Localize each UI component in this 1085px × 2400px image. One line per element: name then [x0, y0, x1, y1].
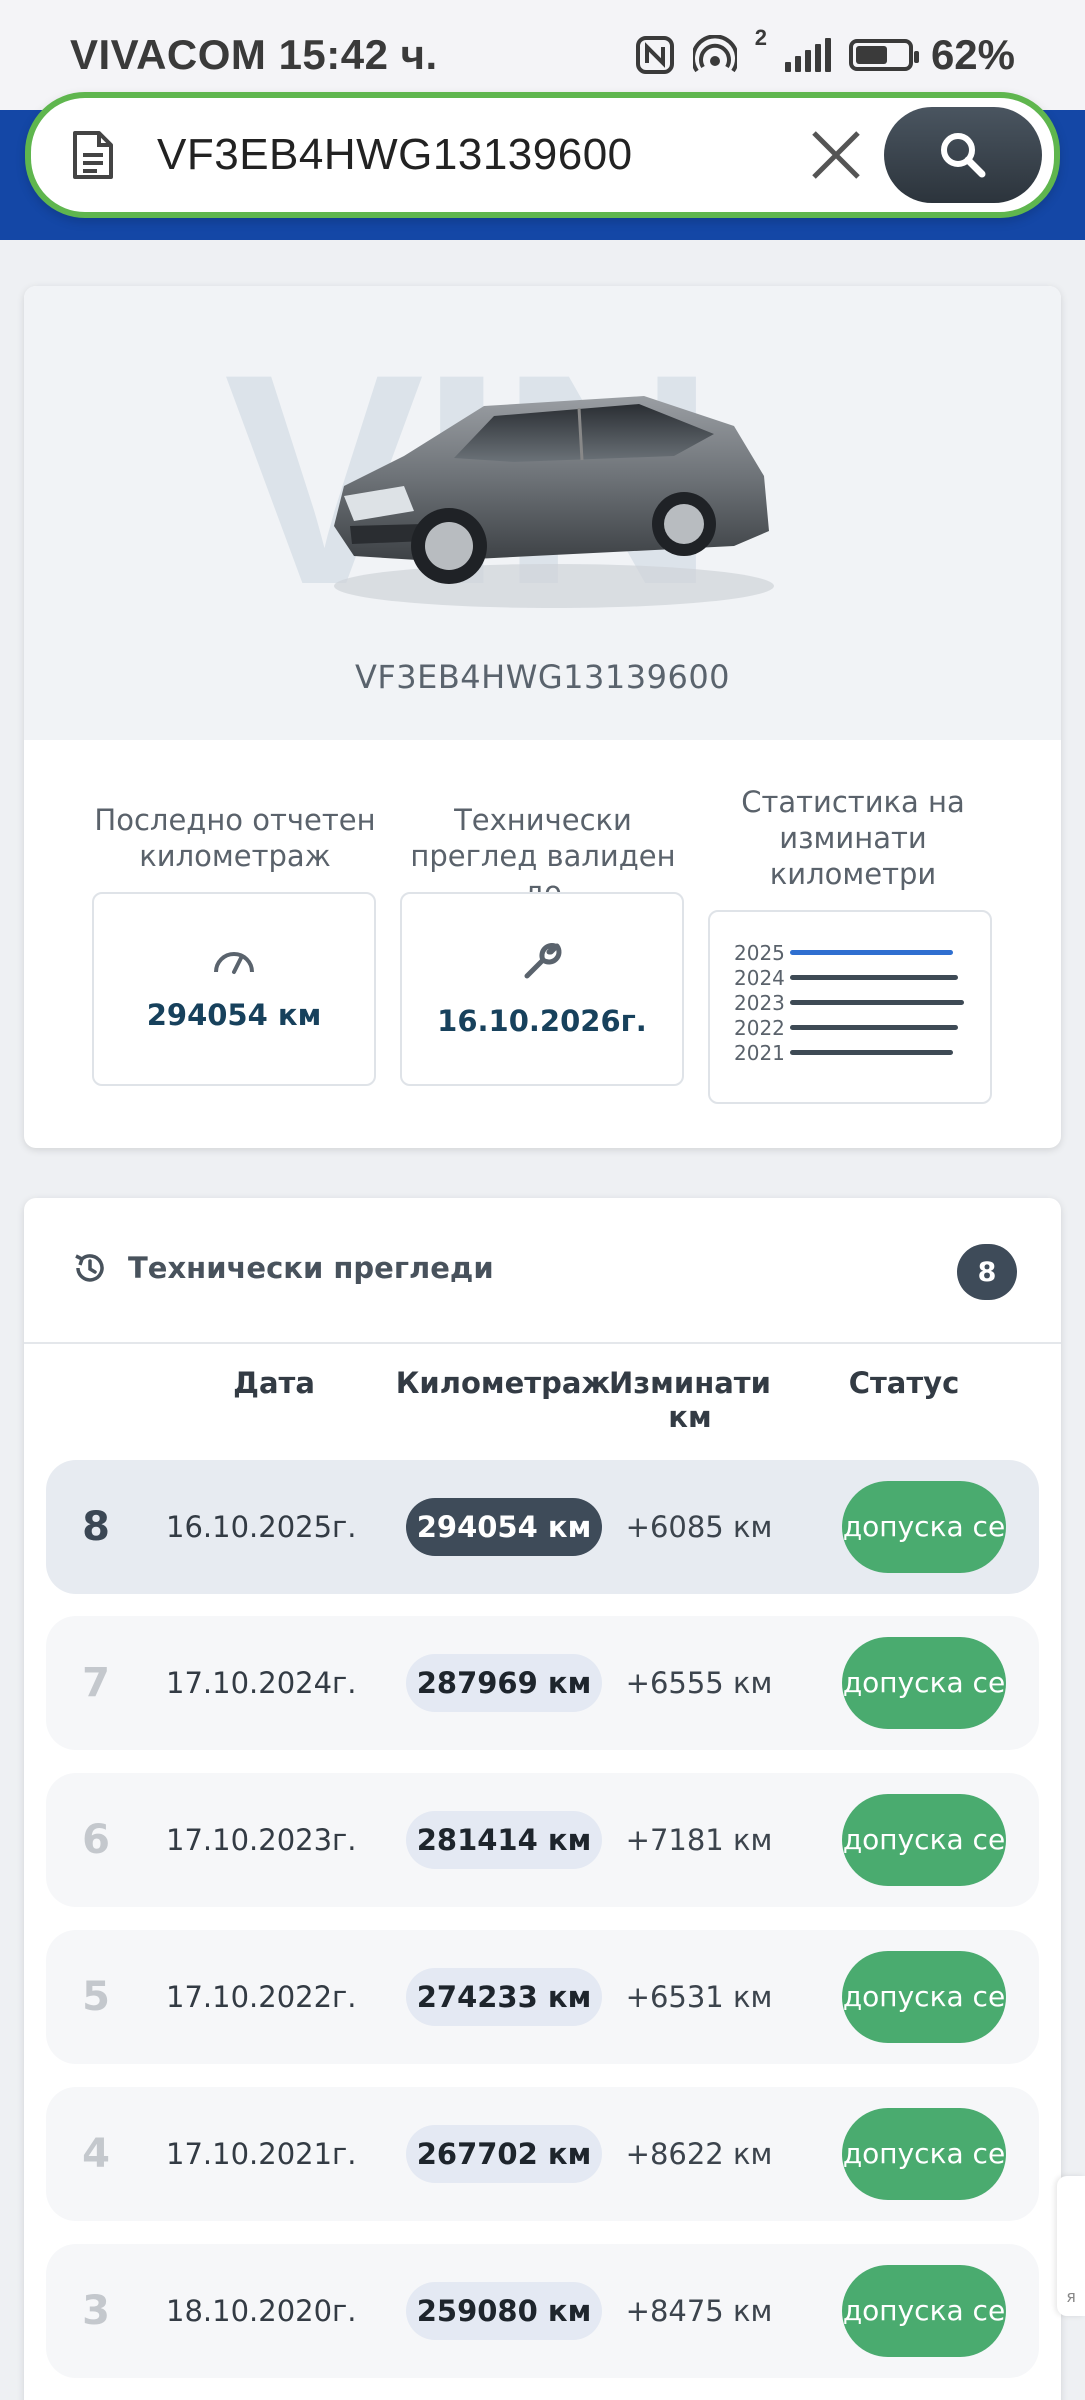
inspections-count-badge: 8	[957, 1244, 1017, 1300]
row-number: 3	[82, 2288, 110, 2334]
chart-title: Статистика на изминати километри	[741, 785, 965, 891]
hotspot-icon	[692, 35, 737, 73]
inspection-value: 16.10.2026г.	[437, 1004, 647, 1038]
nfc-icon	[635, 36, 674, 74]
mileage-box: 294054 км	[92, 892, 376, 1086]
row-date: 17.10.2022г.	[166, 1980, 357, 2014]
row-distance: +6085 км	[625, 1510, 773, 1544]
row-status-badge: допуска се	[842, 2108, 1006, 2200]
row-status-badge: допуска се	[842, 2265, 1006, 2357]
row-distance: +8475 км	[625, 2294, 773, 2328]
row-distance: +6555 км	[625, 1666, 773, 1700]
row-status-badge: допуска се	[842, 1794, 1006, 1886]
chart-row: 2021	[734, 1040, 966, 1065]
edge-tab[interactable]: я	[1057, 2176, 1085, 2316]
row-distance: +7181 км	[625, 1823, 773, 1857]
signal-icon	[784, 38, 831, 72]
search-button[interactable]	[884, 107, 1042, 203]
column-header-date: Дата	[233, 1366, 315, 1400]
inspections-title-wrap: Технически прегледи	[72, 1250, 494, 1286]
table-row[interactable]: 7 17.10.2024г. 287969 км +6555 км допуск…	[46, 1616, 1039, 1750]
chart-year-label: 2022	[734, 1015, 785, 1040]
wrench-icon	[524, 943, 562, 979]
vehicle-card: VIN VF3EB4H	[24, 286, 1061, 1148]
vehicle-hero: VIN VF3EB4H	[24, 286, 1061, 740]
carrier-time: VIVACOM 15:42 ч.	[70, 31, 438, 78]
row-date: 17.10.2021г.	[166, 2137, 357, 2171]
row-date: 18.10.2020г.	[166, 2294, 357, 2328]
search-box[interactable]: VF3EB4HWG13139600	[25, 92, 1060, 218]
row-number: 6	[82, 1817, 110, 1863]
chart-row: 2025	[734, 940, 966, 965]
close-icon[interactable]	[808, 127, 864, 183]
chart-bar	[790, 1025, 958, 1030]
mileage-value: 294054 км	[146, 998, 322, 1032]
row-mileage: 287969 км	[406, 1654, 602, 1712]
row-date: 17.10.2024г.	[166, 1666, 357, 1700]
row-date: 17.10.2023г.	[166, 1823, 357, 1857]
car-image	[334, 396, 774, 608]
chart-row: 2022	[734, 1015, 966, 1040]
table-row[interactable]: 8 16.10.2025г. 294054 км +6085 км допуск…	[46, 1460, 1039, 1594]
row-date: 16.10.2025г.	[166, 1510, 357, 1544]
chart-row: 2023	[734, 990, 966, 1015]
battery-percent: 62%	[930, 31, 1015, 78]
speedometer-icon	[214, 952, 254, 974]
chart-stat: Статистика на изминати километри	[708, 784, 998, 892]
column-header-status: Статус	[848, 1366, 960, 1400]
table-row[interactable]: 6 17.10.2023г. 281414 км +7181 км допуск…	[46, 1773, 1039, 1907]
chart-row: 2024	[734, 965, 966, 990]
history-icon	[75, 1254, 104, 1282]
chart-rows: 2025 2024 2023 2022 2021	[734, 940, 966, 1065]
table-row[interactable]: 4 17.10.2021г. 267702 км +8622 км допуск…	[46, 2087, 1039, 2221]
inspection-box: 16.10.2026г.	[400, 892, 684, 1086]
row-number: 7	[82, 1660, 110, 1706]
search-icon	[941, 133, 986, 178]
chart-bar	[790, 1000, 965, 1005]
column-header-distance: Изминати км	[609, 1366, 771, 1434]
mileage-stat: Последно отчетен километраж	[90, 802, 380, 874]
document-icon	[73, 131, 113, 179]
row-distance: +6531 км	[625, 1980, 773, 2014]
chart-year-label: 2021	[734, 1040, 785, 1065]
row-status-badge: допуска се	[842, 1951, 1006, 2043]
row-number: 4	[82, 2131, 110, 2177]
network-indicator: 2	[754, 25, 767, 50]
row-distance: +8622 км	[625, 2137, 773, 2171]
inspections-card: Технически прегледи 8 Дата Километраж Из…	[24, 1198, 1061, 2400]
inspections-title: Технически прегледи	[128, 1251, 494, 1285]
battery-icon	[848, 39, 919, 71]
vin-caption: VF3EB4HWG13139600	[354, 658, 731, 696]
inspections-header: Технически прегледи 8	[24, 1198, 1061, 1344]
row-status-badge: допуска се	[842, 1481, 1006, 1573]
chart-year-label: 2025	[734, 940, 785, 965]
chart-year-label: 2023	[734, 990, 785, 1015]
row-mileage: 267702 км	[406, 2125, 602, 2183]
row-status-badge: допуска се	[842, 1637, 1006, 1729]
chart-bar	[790, 1050, 953, 1055]
row-number: 8	[82, 1504, 110, 1550]
mileage-title: Последно отчетен километраж	[94, 803, 376, 873]
search-input[interactable]: VF3EB4HWG13139600	[157, 130, 808, 180]
chart-year-label: 2024	[734, 965, 785, 990]
row-mileage: 281414 км	[406, 1811, 602, 1869]
table-row[interactable]: 5 17.10.2022г. 274233 км +6531 км допуск…	[46, 1930, 1039, 2064]
row-mileage: 294054 км	[406, 1498, 602, 1556]
row-mileage: 259080 км	[406, 2282, 602, 2340]
row-mileage: 274233 км	[406, 1968, 602, 2026]
row-number: 5	[82, 1974, 110, 2020]
mileage-chart[interactable]: 2025 2024 2023 2022 2021	[708, 910, 992, 1104]
status-icons: 2 62%	[635, 25, 1015, 79]
table-row[interactable]: 3 18.10.2020г. 259080 км +8475 км допуск…	[46, 2244, 1039, 2378]
chart-bar	[790, 975, 958, 980]
chart-bar	[790, 950, 953, 955]
